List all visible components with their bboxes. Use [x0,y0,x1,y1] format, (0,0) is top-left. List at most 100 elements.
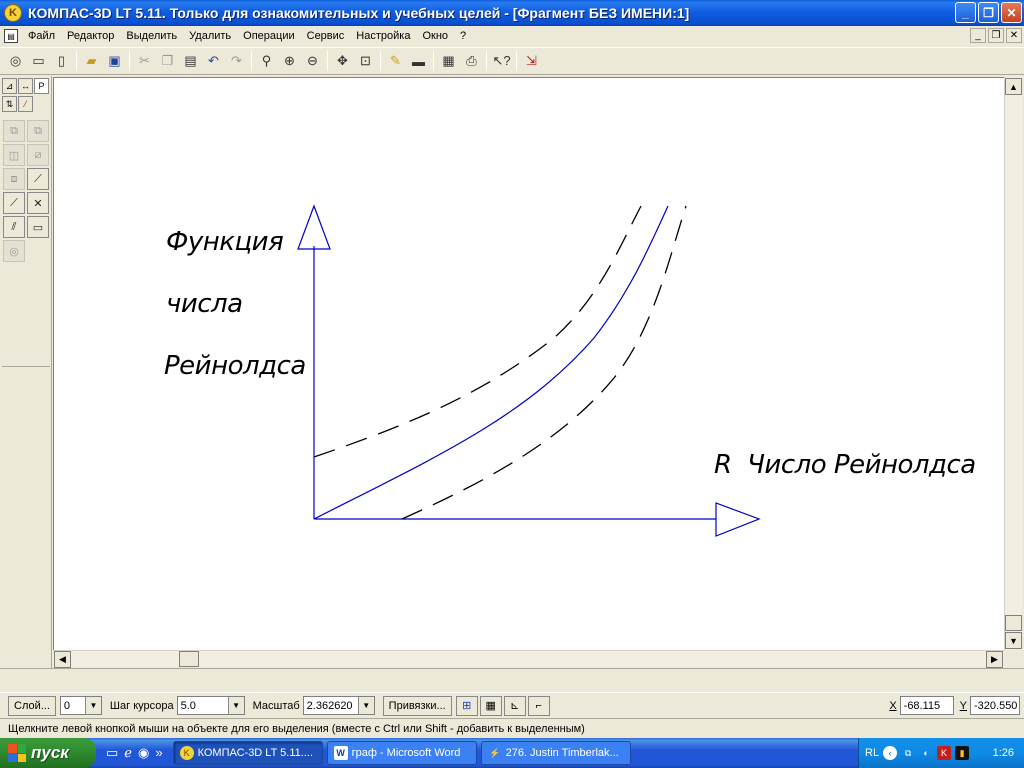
new-icon[interactable]: ◎ [4,50,27,73]
copy-objects-icon[interactable]: ⧈ [3,168,25,190]
ortho-icon[interactable]: ⌐ [527,695,550,716]
kompas-logo-icon[interactable]: K [4,4,22,22]
zoom-in-icon[interactable]: ⊕ [278,50,301,73]
redo-icon[interactable]: ↷ [225,50,248,73]
snap-circle-icon[interactable]: ◎ [3,240,25,262]
cut-icon[interactable]: ✂ [133,50,156,73]
vertical-scrollbar[interactable]: ▲ ▼ [1004,77,1022,650]
open-folder-icon[interactable]: ▰ [80,50,103,73]
doc-restore-button[interactable]: ❐ [988,28,1004,43]
task-label: граф - Microsoft Word [351,747,461,759]
toolbar-separator [433,51,434,71]
task-winamp[interactable]: ⚡ 276. Justin Timberlak... [480,741,631,765]
menu-service[interactable]: Сервис [301,30,351,42]
edit-tab-icon[interactable]: P [34,78,49,94]
doc-minimize-button[interactable]: _ [970,28,986,43]
local-cs-icon[interactable]: ⊾ [503,695,526,716]
horizontal-scrollbar[interactable]: ◀ ▶ [53,650,1004,668]
break-icon[interactable]: ✕ [27,192,49,214]
menu-operations[interactable]: Операции [237,30,300,42]
rotate-icon[interactable]: ⧉ [27,120,49,142]
network-icon[interactable]: ⧉ [901,746,915,760]
copy-icon[interactable]: ❐ [156,50,179,73]
snaps-button[interactable]: Привязки... [382,695,452,716]
drawing-canvas[interactable]: Функция числа Рейнолдса R Число Рейнолдс… [53,77,1004,650]
start-button[interactable]: пуск [0,738,96,768]
grid-snap-icon[interactable]: ⊞ [455,695,478,716]
volume-icon[interactable]: ◐ [919,746,933,760]
chevron-down-icon[interactable]: ▼ [227,697,244,714]
undo-icon[interactable]: ↶ [202,50,225,73]
close-button[interactable]: ✕ [1001,2,1022,23]
menu-delete[interactable]: Удалить [183,30,237,42]
vertical-scroll-thumb[interactable] [1005,615,1022,631]
doc-close-button[interactable]: ✕ [1006,28,1022,43]
layer-button[interactable]: Слой... [8,695,56,716]
redraw-icon[interactable]: ✎ [384,50,407,73]
mirror-icon[interactable]: ⧄ [27,144,49,166]
start-label: пуск [31,743,69,762]
minimize-button[interactable]: _ [955,2,976,23]
paste-icon[interactable]: ▤ [179,50,202,73]
media-player-icon[interactable]: ◉ [138,745,149,761]
zoom-icon[interactable]: ⚲ [255,50,278,73]
show-desktop-icon[interactable]: ▭ [106,745,118,761]
scroll-right-arrow-icon[interactable]: ▶ [986,651,1003,668]
chevron-down-icon[interactable]: ▼ [357,697,374,714]
help-pointer-icon[interactable]: ↖? [490,50,513,73]
new-sheet-icon[interactable]: ▯ [50,50,73,73]
trim-icon[interactable]: ⟋ [3,192,25,214]
scroll-down-arrow-icon[interactable]: ▼ [1005,632,1022,649]
x-value-field[interactable]: -68.115 [899,696,954,715]
fragment-drawing[interactable]: Функция числа Рейнолдса R Число Рейнолдс… [54,78,1005,651]
menu-window[interactable]: Окно [416,30,454,42]
geometry-tab-icon[interactable]: ⊿ [2,78,17,94]
print-preview-icon[interactable]: ▦ [437,50,460,73]
zoom-fit-icon[interactable]: ⊡ [354,50,377,73]
winamp-tray-icon[interactable]: ▮ [955,746,970,760]
toolbar-separator [516,51,517,71]
chevron-down-icon[interactable]: ▼ [84,697,101,714]
scroll-up-arrow-icon[interactable]: ▲ [1005,78,1022,95]
menu-help[interactable]: ? [454,30,472,42]
maximize-button[interactable]: ❐ [978,2,999,23]
layer-select[interactable]: 0 ▼ [59,696,102,715]
language-indicator[interactable]: RL [865,747,879,759]
menu-editor[interactable]: Редактор [61,30,120,42]
quick-launch-more-icon[interactable]: » [155,745,162,761]
tray-arrow-icon[interactable]: ‹ [883,746,898,760]
new-doc-icon[interactable]: ▭ [27,50,50,73]
save-icon[interactable]: ▣ [103,50,126,73]
winamp-icon: ⚡ [488,747,501,758]
scale-icon[interactable]: ◫ [3,144,25,166]
menu-settings[interactable]: Настройка [350,30,416,42]
select-tab-icon[interactable]: ⁄ [18,96,33,112]
internet-explorer-icon[interactable]: ℯ [124,745,132,761]
move-icon[interactable]: ⧉ [3,120,25,142]
measure-tab-icon[interactable]: ⇅ [2,96,17,112]
view-icon[interactable]: ▬ [407,50,430,73]
security-icon[interactable]: K [937,746,952,760]
dimensions-tab-icon[interactable]: ↔ [18,78,33,94]
scale-select[interactable]: 2.362620 ▼ [302,696,375,715]
x-value: -68.115 [903,699,941,712]
task-kompas[interactable]: K КОМПАС-3D LT 5.11.... [172,741,323,765]
macro-icon[interactable]: ▭ [27,216,49,238]
step-value: 5.0 [180,699,196,712]
menu-select[interactable]: Выделить [120,30,183,42]
scroll-left-arrow-icon[interactable]: ◀ [54,651,71,668]
step-select[interactable]: 5.0 ▼ [176,696,245,715]
deform-icon[interactable]: ⟋ [27,168,49,190]
document-icon[interactable]: ▤ [4,29,18,43]
zoom-out-icon[interactable]: ⊖ [301,50,324,73]
y-value-field[interactable]: -320.550 [970,696,1020,715]
y-coordinate: Y -320.550 [960,696,1020,715]
task-word[interactable]: W граф - Microsoft Word [326,741,477,765]
menu-file[interactable]: Файл [22,30,61,42]
horizontal-scroll-thumb[interactable] [179,651,199,667]
exit-icon[interactable]: ⇲ [520,50,543,73]
grid-icon[interactable]: ▦ [479,695,502,716]
pan-icon[interactable]: ✥ [331,50,354,73]
hatch-icon[interactable]: ⫽ [3,216,25,238]
print-icon[interactable]: ⎙ [460,50,483,73]
